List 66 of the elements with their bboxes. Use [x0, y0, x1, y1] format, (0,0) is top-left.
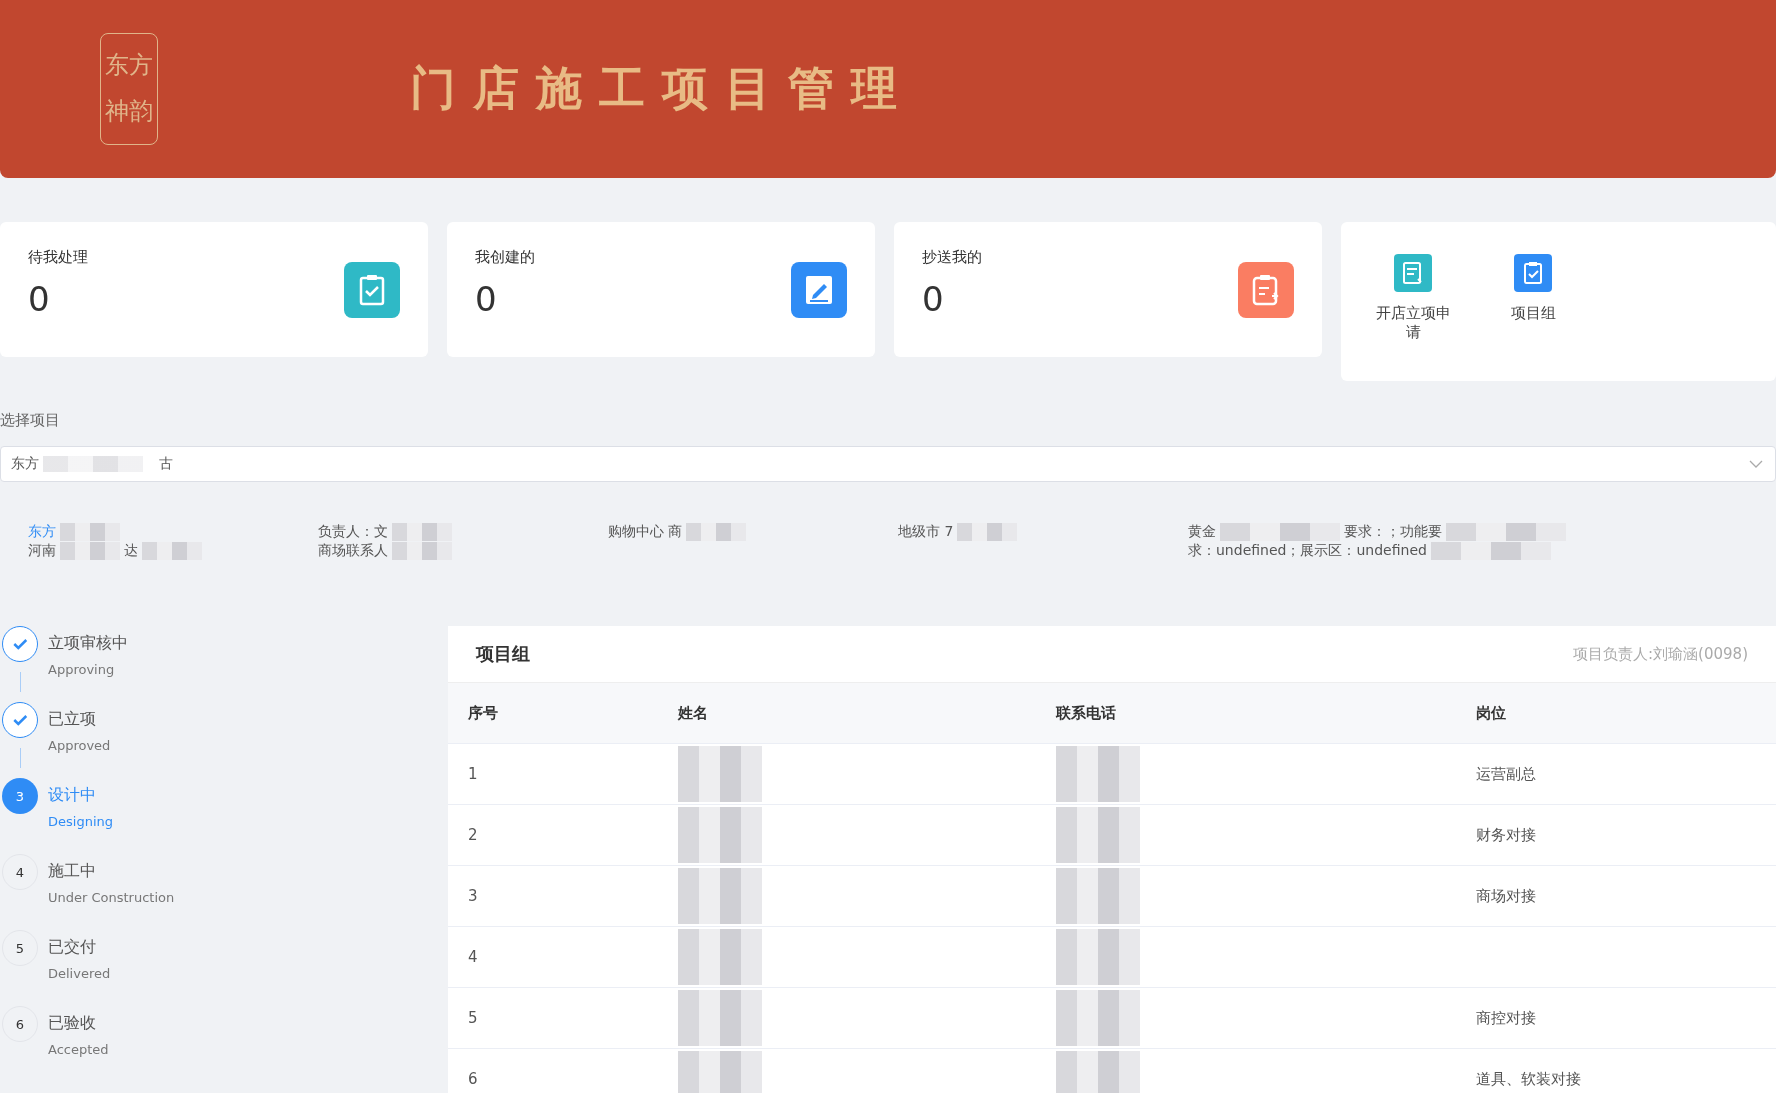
info-text: 商场联系人 — [318, 541, 388, 560]
step-subtitle: Delivered — [48, 966, 111, 981]
stat-card[interactable]: 待我处理 0 — [0, 222, 428, 357]
select-value: 古 — [159, 455, 173, 473]
project-select[interactable]: 东方 古 — [0, 446, 1776, 482]
app-title: 门店施工项目管理 — [410, 60, 914, 117]
check-icon — [12, 636, 28, 652]
step-title: 已交付 — [48, 937, 97, 958]
table-cell: 财务对接 — [1476, 825, 1536, 844]
info-text: 求：undefined；展示区：undefined — [1188, 541, 1427, 560]
table-cell-text: 4 — [468, 948, 479, 966]
redaction-block — [60, 522, 120, 541]
stat-card[interactable]: 抄送我的 0 — [894, 222, 1322, 357]
step-title: 设计中 — [48, 785, 97, 806]
stat-count: 0 — [28, 279, 51, 319]
table-cell-text: 3 — [468, 887, 479, 905]
chevron-down-icon — [1749, 460, 1763, 468]
column-header: 联系电话 — [1056, 703, 1117, 723]
info-text: 黄金 — [1188, 522, 1216, 541]
step-subtitle: Designing — [48, 814, 113, 829]
table-cell: 商场对接 — [1476, 886, 1536, 905]
redaction-block — [957, 522, 1018, 541]
stat-label: 抄送我的 — [922, 248, 982, 267]
column-header: 序号 — [468, 703, 499, 723]
panel-title: 项目组 — [476, 642, 530, 666]
step-title: 施工中 — [48, 861, 97, 882]
redaction-block — [686, 522, 747, 541]
table-cell-text: 6 — [468, 1070, 479, 1088]
stat-count: 0 — [922, 279, 945, 319]
table-cell-text: 5 — [468, 1009, 479, 1027]
step-title: 立项审核中 — [48, 633, 128, 654]
table-cell: 道具、软装对接 — [1476, 1069, 1581, 1088]
shortcut-button[interactable]: 项目组 — [1491, 254, 1575, 323]
redaction-block — [142, 541, 202, 560]
stat-label: 待我处理 — [28, 248, 88, 267]
stat-card[interactable]: 我创建的 0 — [447, 222, 875, 357]
info-text: 河南 — [28, 541, 56, 560]
info-text: 要求：；功能要 — [1344, 522, 1442, 541]
step-indicator: 3 — [2, 778, 38, 814]
table-cell-text: 2 — [468, 826, 479, 844]
field-label: 选择项目 — [0, 411, 61, 430]
table-cell: 商控对接 — [1476, 1008, 1536, 1027]
step-subtitle: Approving — [48, 662, 116, 677]
logo-seal: 东方 神韵 — [100, 33, 158, 145]
step-subtitle: Approved — [48, 738, 111, 753]
step-subtitle: Accepted — [48, 1042, 109, 1057]
redaction-block — [392, 541, 452, 560]
info-text: 地级市 7 — [898, 522, 954, 541]
step-title: 已验收 — [48, 1013, 97, 1034]
shortcut-button[interactable]: 开店立项申请 — [1371, 254, 1455, 342]
column-header: 岗位 — [1476, 703, 1507, 723]
info-text: 购物中心 商 — [608, 522, 683, 541]
manager-text: 项目负责人:刘瑜涵(0098) — [1573, 644, 1748, 664]
step-subtitle: Under Construction — [48, 890, 175, 905]
stat-label: 我创建的 — [475, 248, 535, 267]
info-text: 达 — [124, 541, 138, 560]
redaction-block — [60, 541, 120, 560]
table-cell: 运营副总 — [1476, 764, 1536, 783]
stat-count: 0 — [475, 279, 498, 319]
check-icon — [12, 712, 28, 728]
column-header: 姓名 — [678, 703, 709, 723]
select-value: 东方 — [11, 455, 39, 473]
info-text: 负责人：文 — [318, 522, 388, 541]
step-title: 已立项 — [48, 709, 97, 730]
table-cell-text: 1 — [468, 765, 479, 783]
redaction-block — [392, 522, 452, 541]
